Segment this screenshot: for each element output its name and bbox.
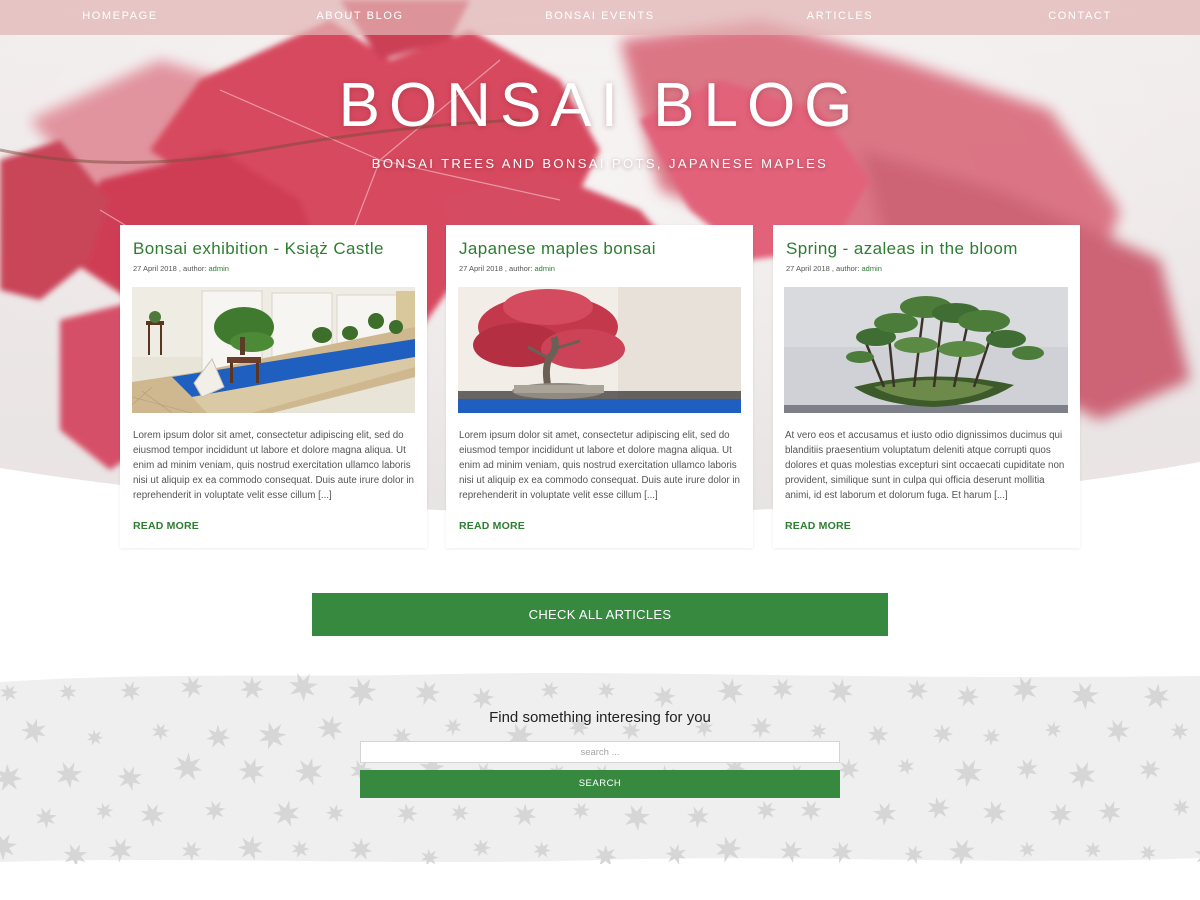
main-navigation: HOMEPAGE ABOUT BLOG BONSAI EVENTS ARTICL… — [0, 0, 1200, 35]
post-title[interactable]: Japanese maples bonsai — [459, 239, 656, 259]
post-author-link[interactable]: admin — [535, 264, 555, 273]
post-author-link[interactable]: admin — [862, 264, 882, 273]
check-all-articles-button[interactable]: CHECK ALL ARTICLES — [312, 593, 888, 636]
read-more-link[interactable]: READ MORE — [785, 520, 851, 532]
search-section — [0, 672, 1200, 864]
post-image-forest-bonsai[interactable] — [784, 287, 1068, 413]
read-more-link[interactable]: READ MORE — [459, 520, 525, 532]
site-title: BONSAI BLOG — [338, 71, 862, 140]
post-date: 27 April 2018 — [786, 264, 830, 273]
nav-item-homepage[interactable]: HOMEPAGE — [0, 0, 240, 35]
post-image-red-maple-bonsai[interactable] — [458, 287, 741, 413]
post-excerpt: Lorem ipsum dolor sit amet, consectetur … — [459, 430, 741, 501]
post-date: 27 April 2018 — [459, 264, 503, 273]
post-title[interactable]: Bonsai exhibition - Książ Castle — [133, 239, 384, 259]
post-excerpt: At vero eos et accusamus et iusto odio d… — [785, 430, 1065, 501]
post-date: 27 April 2018 — [133, 264, 177, 273]
post-title[interactable]: Spring - azaleas in the bloom — [786, 239, 1018, 259]
post-author-prefix: , author: — [178, 264, 207, 273]
search-button[interactable]: SEARCH — [360, 770, 840, 798]
post-image-exhibition-hall[interactable] — [132, 287, 415, 413]
maple-leaf-pattern-background — [0, 672, 1200, 864]
post-meta: 27 April 2018 , author: admin — [786, 264, 882, 273]
post-meta: 27 April 2018 , author: admin — [133, 264, 229, 273]
post-meta: 27 April 2018 , author: admin — [459, 264, 555, 273]
search-heading: Find something interesing for you — [489, 709, 711, 726]
nav-item-about-blog[interactable]: ABOUT BLOG — [240, 0, 480, 35]
post-author-link[interactable]: admin — [209, 264, 229, 273]
site-tagline: BONSAI TREES AND BONSAI POTS, JAPANESE M… — [371, 156, 829, 171]
post-excerpt: Lorem ipsum dolor sit amet, consectetur … — [133, 430, 415, 501]
read-more-link[interactable]: READ MORE — [133, 520, 199, 532]
post-author-prefix: , author: — [504, 264, 533, 273]
post-card-exhibition: Bonsai exhibition - Książ Castle 27 Apri… — [120, 225, 427, 548]
post-author-prefix: , author: — [831, 264, 860, 273]
post-card-japanese-maples: Japanese maples bonsai 27 April 2018 , a… — [446, 225, 753, 548]
nav-item-articles[interactable]: ARTICLES — [720, 0, 960, 35]
search-input[interactable] — [360, 741, 840, 763]
post-card-azaleas: Spring - azaleas in the bloom 27 April 2… — [773, 225, 1080, 548]
nav-item-contact[interactable]: CONTACT — [960, 0, 1200, 35]
nav-item-bonsai-events[interactable]: BONSAI EVENTS — [480, 0, 720, 35]
